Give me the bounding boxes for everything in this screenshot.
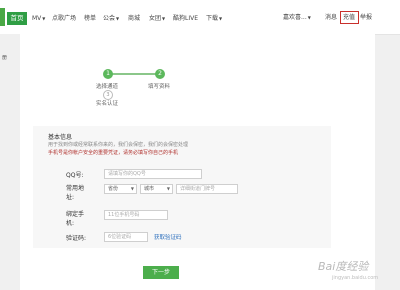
nav-item-mall[interactable]: 商城 (128, 13, 140, 25)
nav-item-girl-group[interactable]: 女团▼ (149, 13, 165, 25)
nav-item-guild[interactable]: 公会▼ (103, 13, 119, 25)
nav-item-mv[interactable]: MV▼ (32, 13, 45, 25)
step-3-label: 实名认证 (96, 101, 119, 107)
verification-code-input[interactable]: 6位验证码 (104, 232, 148, 242)
address-label-line2: 址: (66, 194, 75, 201)
chevron-down-icon: ▼ (42, 16, 46, 21)
form-title: 基本信息 (48, 134, 73, 141)
step-1-label: 选择通道 (96, 84, 119, 90)
address-input[interactable]: 详细街道门牌号 (176, 184, 238, 194)
watermark-logo: Bai度经验 (318, 260, 369, 273)
chevron-down-icon: ▼ (219, 16, 223, 21)
nav-item-download[interactable]: 下载▼ (206, 13, 222, 25)
user-menu[interactable]: 嘉欢喜...▼ (283, 12, 311, 24)
logo (0, 8, 5, 26)
nav-item-live[interactable]: 酷狗LIVE (173, 13, 198, 25)
step-connector (108, 73, 158, 75)
watermark-url: jingyan.baidu.com (332, 275, 379, 281)
step-1-circle: 1 (103, 69, 113, 79)
nav-item-charts[interactable]: 榜单 (84, 13, 96, 25)
chevron-down-icon: ▼ (116, 16, 120, 21)
address-label-line1: 常用地 (66, 185, 85, 192)
side-strip (0, 34, 20, 290)
chevron-down-icon: ▼ (130, 186, 134, 191)
nav-home-button[interactable]: 首页 (7, 12, 27, 25)
code-label: 验证码: (66, 235, 87, 242)
phone-label-line2: 机: (66, 220, 75, 227)
get-code-link[interactable]: 获取验证码 (154, 233, 182, 241)
recharge-highlight-box (340, 11, 359, 24)
next-step-button[interactable]: 下一步 (143, 266, 179, 279)
city-select[interactable]: 城市 ▼ (140, 184, 173, 194)
qq-input[interactable]: 请填写你的QQ号 (104, 169, 202, 179)
form-description: 用于找到你或经常联系你来的，我们会保密，我们的会保密处理 (48, 142, 189, 148)
step-2-circle: 2 (155, 69, 165, 79)
messages-link[interactable]: 消息 (325, 12, 337, 24)
report-link[interactable]: 举报 (360, 12, 372, 24)
side-label: 册 (2, 55, 8, 61)
chevron-down-icon: ▼ (162, 16, 166, 21)
qq-label: QQ号: (66, 172, 84, 179)
nav-item-song-square[interactable]: 点歌广场 (52, 13, 76, 25)
province-select[interactable]: 省份 ▼ (104, 184, 137, 194)
phone-input[interactable]: 11位手机号码 (104, 210, 168, 220)
phone-label-line1: 绑定手 (66, 211, 85, 218)
step-2-label: 填写资料 (148, 84, 171, 90)
chevron-down-icon: ▼ (166, 186, 170, 191)
form-warning: 手机号是你帐户安全的重要凭证，请务必填写你自己的手机 (48, 150, 179, 156)
chevron-down-icon: ▼ (307, 15, 311, 20)
